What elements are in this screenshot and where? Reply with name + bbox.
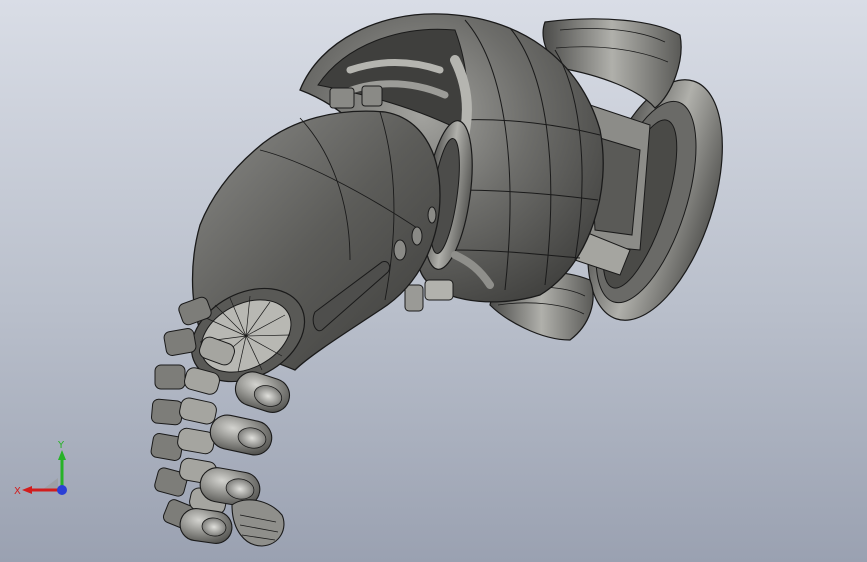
robotic-arm-model[interactable] — [0, 0, 867, 562]
y-axis-label: Y — [57, 440, 65, 451]
coordinate-triad: Y X — [14, 440, 67, 497]
z-axis-dot — [57, 485, 67, 495]
x-axis-label: X — [14, 486, 21, 497]
graphics-viewport[interactable]: Y X — [0, 0, 867, 562]
